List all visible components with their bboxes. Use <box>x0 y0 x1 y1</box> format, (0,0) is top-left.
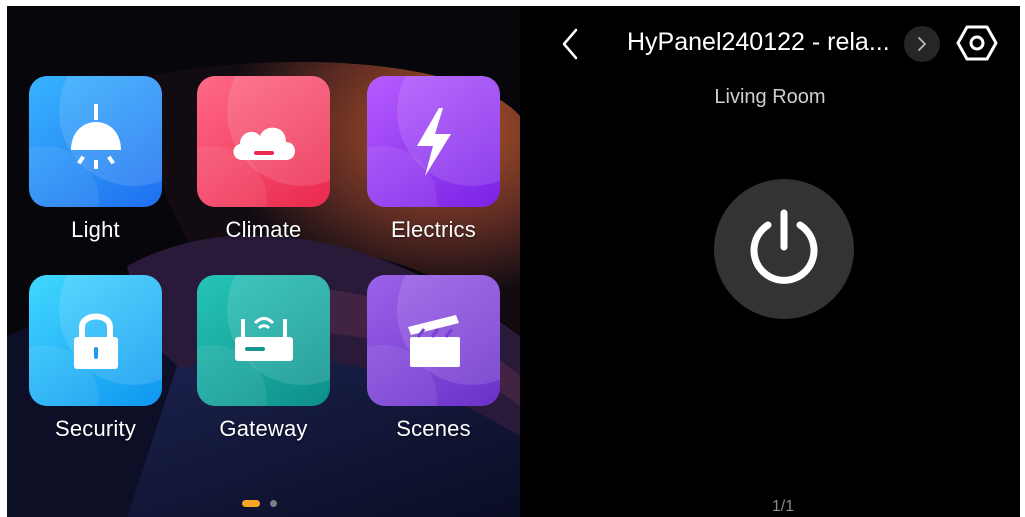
device-panel: HyPanel240122 - rela... Living Room 1/1 <box>520 6 1020 517</box>
scenes-tile-icon-box <box>367 275 500 406</box>
light-tile-icon-box <box>29 76 162 207</box>
page-indicator: 1/1 <box>771 498 795 515</box>
tile-light[interactable]: Light <box>28 76 163 272</box>
tile-gateway[interactable]: Gateway <box>196 275 331 471</box>
tile-label: Gateway <box>219 416 308 441</box>
tile-electrics[interactable]: Electrics <box>366 76 501 272</box>
gear-icon <box>956 25 998 61</box>
tile-label: Light <box>71 217 120 242</box>
tile-label: Scenes <box>396 416 471 441</box>
climate-tile-icon-box <box>197 76 330 207</box>
power-icon <box>750 209 818 284</box>
tile-scenes[interactable]: Scenes <box>366 275 501 471</box>
page-dot-active[interactable] <box>242 500 260 507</box>
lightning-bolt-icon <box>416 107 451 176</box>
padlock-icon <box>73 313 118 369</box>
next-device-button[interactable] <box>904 26 940 62</box>
electrics-tile-icon-box <box>367 76 500 207</box>
tile-label: Electrics <box>391 217 476 242</box>
page-dots <box>242 500 277 507</box>
security-tile-icon-box <box>29 275 162 406</box>
gateway-tile-icon-box <box>197 275 330 406</box>
router-icon <box>234 316 293 361</box>
clapperboard-icon <box>407 314 460 367</box>
settings-button[interactable] <box>956 22 998 64</box>
tile-label: Climate <box>225 217 302 242</box>
chevron-left-icon <box>562 28 578 60</box>
tile-security[interactable]: Security <box>28 275 163 471</box>
back-button[interactable] <box>556 26 586 62</box>
power-button[interactable] <box>714 179 854 319</box>
device-title: HyPanel240122 - rela... <box>627 28 890 56</box>
ceiling-lamp-icon <box>70 103 121 169</box>
room-name: Living Room <box>714 86 826 108</box>
device-screen: Light Climate Electrics Security Gateway… <box>7 6 1020 517</box>
cloud-icon <box>232 127 295 160</box>
tile-climate[interactable]: Climate <box>196 76 331 272</box>
page-dot[interactable] <box>270 500 277 507</box>
tile-label: Security <box>54 416 137 441</box>
home-panel: Light Climate Electrics Security Gateway… <box>7 6 520 517</box>
chevron-right-icon <box>918 37 926 51</box>
